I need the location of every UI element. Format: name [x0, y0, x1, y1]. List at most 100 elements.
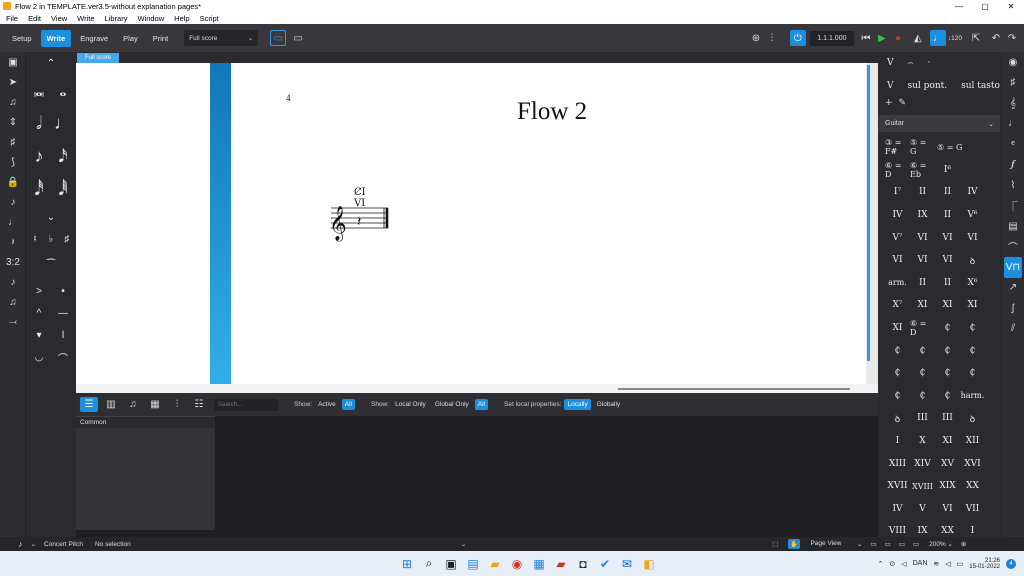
technique[interactable]: ⑥ = D: [910, 317, 935, 340]
technique[interactable]: II: [935, 272, 960, 295]
staccato-icon[interactable]: •: [51, 280, 75, 302]
collapse-down-icon[interactable]: ⌄: [27, 206, 75, 228]
speaker-icon[interactable]: ◁: [901, 560, 906, 568]
search-icon[interactable]: ⌕: [420, 555, 438, 573]
key-signature-icon[interactable]: ♯: [1002, 73, 1024, 94]
note-icon[interactable]: ♪: [18, 539, 23, 549]
menu-window[interactable]: Window: [137, 14, 164, 23]
technique[interactable]: XI: [935, 294, 960, 317]
technique[interactable]: ꝺ: [960, 249, 985, 272]
technique[interactable]: arm.: [885, 272, 910, 295]
redo-icon[interactable]: ↷: [1004, 30, 1020, 46]
technique[interactable]: XIX: [935, 475, 960, 498]
spread-view-icon[interactable]: ▭: [870, 540, 876, 548]
technique[interactable]: V⁶: [960, 204, 985, 227]
add-icon[interactable]: +: [885, 98, 893, 108]
technique[interactable]: harm.: [960, 385, 985, 408]
technique[interactable]: IX: [910, 204, 935, 227]
technique[interactable]: VI: [935, 226, 960, 249]
technique[interactable]: VI: [885, 249, 910, 272]
slash-icon[interactable]: 𝄽: [0, 232, 26, 252]
stress-icon[interactable]: ǀ: [51, 324, 75, 346]
breve-icon[interactable]: 𝅜: [27, 74, 51, 107]
mode-print[interactable]: Print: [147, 30, 174, 47]
repeat-icon[interactable]: ⎾: [1002, 196, 1024, 217]
vertical-scrollbar[interactable]: [866, 63, 878, 384]
slur-icon[interactable]: ⁀: [27, 250, 75, 280]
technique[interactable]: ⑤ = G: [910, 136, 935, 159]
technique[interactable]: ⑥ = D: [885, 159, 910, 182]
notification-icon[interactable]: 4: [1006, 558, 1016, 569]
edit-pencil-icon[interactable]: ✎: [899, 98, 907, 108]
properties-list-icon[interactable]: ☰: [80, 397, 98, 412]
sharp-icon[interactable]: ♯: [59, 228, 75, 250]
time-signature-icon[interactable]: 𝄴: [1002, 134, 1024, 155]
half-note-icon[interactable]: 𝅗𝅥: [27, 107, 51, 140]
sixty-fourth-note-icon[interactable]: 𝅘𝅥𝅱: [51, 173, 75, 206]
search-input[interactable]: Search...: [214, 398, 278, 411]
technique[interactable]: ₵: [935, 385, 960, 408]
technique[interactable]: X: [910, 430, 935, 453]
filter-icon[interactable]: ☷: [190, 397, 208, 412]
technique[interactable]: ₵: [910, 385, 935, 408]
external-link-icon[interactable]: ⇱: [968, 30, 984, 46]
drum-grid-icon[interactable]: ▦: [146, 397, 164, 412]
power-activate-icon[interactable]: ⏻: [789, 30, 806, 46]
windows-start-icon[interactable]: ⊞: [398, 555, 416, 573]
menu-file[interactable]: File: [6, 14, 18, 23]
technique[interactable]: ₵: [960, 339, 985, 362]
technique[interactable]: ꝺ: [885, 407, 910, 430]
technique[interactable]: XI: [935, 430, 960, 453]
mode-write[interactable]: Write: [40, 29, 72, 47]
technique[interactable]: VI: [910, 226, 935, 249]
technique[interactable]: VI: [935, 249, 960, 272]
menu-edit[interactable]: Edit: [28, 14, 41, 23]
show-global-only[interactable]: Global Only: [432, 399, 472, 410]
mixer-icon[interactable]: ⫶: [764, 30, 780, 46]
technique[interactable]: I⁶: [935, 159, 960, 182]
chevron-down-icon[interactable]: ⌄: [31, 540, 36, 548]
widgets-icon[interactable]: ▤: [464, 555, 482, 573]
tempo-icon[interactable]: ♩: [1002, 114, 1024, 135]
vertical-scroll-thumb[interactable]: [867, 65, 870, 361]
lock-icon[interactable]: 🔒: [0, 172, 26, 192]
select-arrow-icon[interactable]: ➤: [0, 72, 26, 92]
technique[interactable]: XVIII: [910, 475, 935, 498]
task-view-icon[interactable]: ▣: [442, 555, 460, 573]
technique[interactable]: ₵: [910, 339, 935, 362]
show2-all[interactable]: All: [474, 399, 489, 410]
technique[interactable]: ③ = F#: [885, 136, 910, 159]
piano-keyboard-icon[interactable]: ▥: [102, 397, 120, 412]
guitar-section-header[interactable]: Guitar ⌄: [879, 115, 1000, 132]
chevron-up-icon[interactable]: ⌃: [877, 560, 883, 568]
maximize-button[interactable]: ▢: [972, 2, 998, 11]
menu-help[interactable]: Help: [174, 14, 189, 23]
technique[interactable]: III: [910, 407, 935, 430]
technique[interactable]: III: [935, 407, 960, 430]
technique[interactable]: VI: [960, 226, 985, 249]
note-input-icon[interactable]: ♫: [0, 92, 26, 112]
technique[interactable]: XIII: [885, 452, 910, 475]
page-view-icon[interactable]: ▭: [290, 30, 306, 46]
concert-pitch-toggle[interactable]: Concert Pitch: [44, 541, 83, 548]
chrome-icon[interactable]: ◉: [508, 555, 526, 573]
tremolo-icon[interactable]: ⫽: [1002, 319, 1024, 340]
acrobat-icon[interactable]: ▰: [552, 555, 570, 573]
mode-play[interactable]: Play: [117, 30, 144, 47]
horizontal-scroll-thumb[interactable]: [618, 388, 850, 390]
galley-view-icon[interactable]: ▭: [270, 30, 287, 46]
sixteenth-note-icon[interactable]: 𝅘𝅥𝅯: [51, 140, 75, 173]
technique[interactable]: II: [935, 204, 960, 227]
battery-icon[interactable]: ▭: [957, 560, 964, 568]
tab-full-score[interactable]: Full score: [77, 53, 120, 63]
single-page-icon[interactable]: ▭: [899, 540, 905, 548]
panel-toggle-icon[interactable]: ▣: [0, 52, 26, 72]
show-active[interactable]: Active: [315, 399, 339, 410]
technique[interactable]: II: [935, 181, 960, 204]
technique[interactable]: VI: [910, 249, 935, 272]
downbow-icon[interactable]: V: [887, 58, 894, 68]
staccatissimo-icon[interactable]: ▾: [27, 324, 51, 346]
show-local-only[interactable]: Local Only: [392, 399, 429, 410]
technique[interactable]: X⁷: [885, 294, 910, 317]
technique[interactable]: I⁷: [885, 181, 910, 204]
